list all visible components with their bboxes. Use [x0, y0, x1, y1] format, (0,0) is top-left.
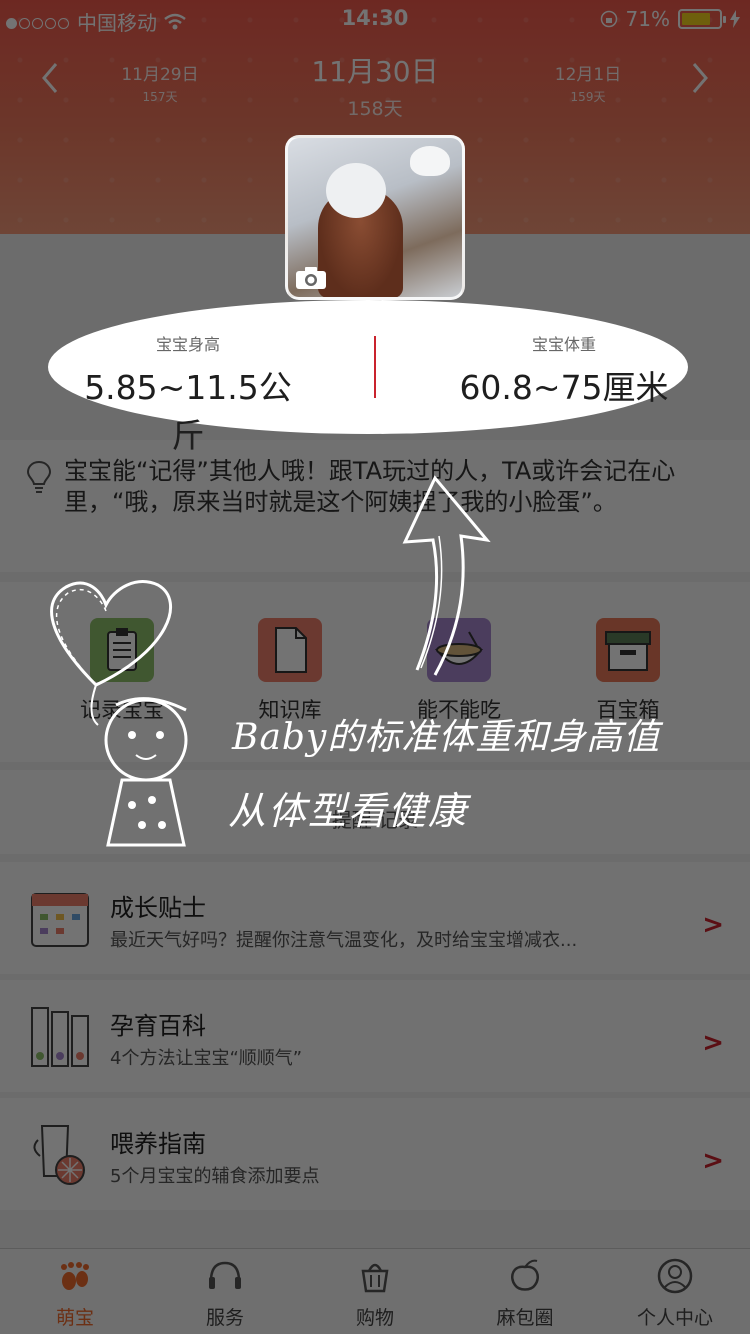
annotation-line-1: Baby的标准体重和身高值	[232, 717, 661, 758]
stats-divider	[374, 336, 376, 398]
basket-icon	[361, 1263, 389, 1293]
document-icon	[258, 618, 322, 682]
user-icon	[657, 1258, 693, 1294]
list-item-feeding[interactable]: 喂养指南 5个月宝宝的辅食添加要点 >	[0, 1098, 750, 1210]
tab-bar: 萌宝 服务 购物 麻包圈 个人中心	[0, 1248, 750, 1334]
girl-balloon-doodle	[50, 580, 188, 847]
arrow-up-doodle	[402, 475, 491, 676]
tip-card[interactable]: 宝宝能“记得”其他人哦！跟TA玩过的人，TA或许会记在心里，“哦，原来当时就是这…	[0, 440, 750, 572]
camera-icon[interactable]	[294, 265, 328, 291]
status-bar: 中国移动 14:30 71%	[0, 0, 750, 40]
box-icon	[596, 618, 660, 682]
lock-rotation-icon	[600, 10, 617, 28]
chevron-right-icon[interactable]	[684, 58, 714, 98]
list-subtitle: 5个月宝宝的辅食添加要点	[110, 1166, 320, 1187]
stat-left: 宝宝身高 5.85~11.5公斤	[68, 331, 308, 457]
list-title: 成长贴士	[110, 894, 206, 922]
charging-icon	[730, 10, 740, 28]
stat-right-label: 宝宝体重	[531, 335, 596, 354]
list-subtitle: 最近天气好吗？提醒你注意气温变化，及时给宝宝增减衣...	[110, 930, 578, 951]
date-next[interactable]: 12月1日 159天	[528, 60, 648, 105]
date-navigator: 11月29日 157天 11月30日 158天 12月1日 159天	[0, 48, 750, 120]
annotation-line-2: 从体型看健康	[228, 789, 469, 833]
stat-right-value: 60.8~75厘米	[459, 368, 669, 407]
tab-shopping[interactable]: 购物	[300, 1257, 450, 1330]
list-title: 喂养指南	[110, 1130, 206, 1158]
baby-photo[interactable]	[285, 135, 465, 300]
stat-left-label: 宝宝身高	[155, 335, 220, 354]
date-current: 11月30日 158天	[311, 55, 439, 120]
chevron-right-icon: >	[702, 1028, 724, 1058]
binders-icon	[31, 1007, 89, 1067]
list-subtitle: 4个方法让宝宝“顺顺气”	[110, 1048, 303, 1069]
chevron-right-icon: >	[702, 910, 724, 940]
chevron-right-icon: >	[702, 1146, 724, 1176]
headset-icon	[209, 1261, 241, 1289]
battery-icon	[678, 9, 726, 29]
peach-icon	[511, 1259, 539, 1291]
tab-service[interactable]: 服务	[150, 1257, 300, 1330]
juice-icon	[33, 1125, 85, 1185]
tab-mengbao[interactable]: 萌宝	[0, 1257, 150, 1330]
list-item-growth-tips[interactable]: 成长贴士 最近天气好吗？提醒你注意气温变化，及时给宝宝增减衣... >	[0, 862, 750, 974]
list-item-encyclopedia[interactable]: 孕育百科 4个方法让宝宝“顺顺气” >	[0, 980, 750, 1092]
stat-right: 宝宝体重 60.8~75厘米	[450, 331, 678, 409]
list-title: 孕育百科	[110, 1012, 206, 1040]
date-prev[interactable]: 11月29日 157天	[100, 60, 220, 105]
stat-left-value: 5.85~11.5公斤	[84, 368, 292, 455]
calendar-icon	[31, 893, 89, 947]
tab-profile[interactable]: 个人中心	[600, 1257, 750, 1330]
lightbulb-icon	[26, 460, 52, 493]
chevron-left-icon[interactable]	[36, 58, 66, 98]
tab-mabaoquan[interactable]: 麻包圈	[450, 1257, 600, 1330]
battery-percent: 71%	[625, 7, 670, 31]
footprint-icon	[61, 1262, 89, 1290]
